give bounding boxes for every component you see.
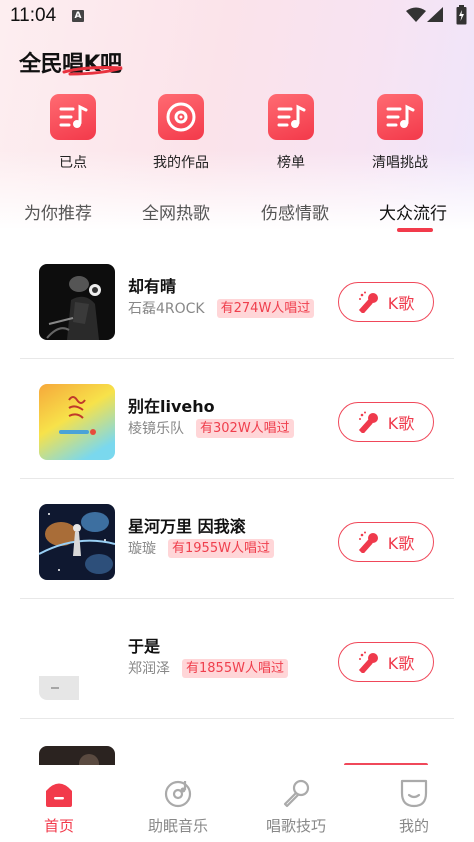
album-cover xyxy=(39,264,115,340)
song-list-item[interactable] xyxy=(20,719,454,765)
quick-menu-label: 清唱挑战 xyxy=(372,155,428,171)
album-cover xyxy=(39,746,115,765)
nav-label: 助眠音乐 xyxy=(147,817,208,835)
album-cover xyxy=(39,504,115,580)
song-artist: 棱镜乐队 xyxy=(128,421,184,437)
profile-icon xyxy=(364,777,464,809)
song-title: 星河万里 因我滚 xyxy=(128,517,246,536)
active-tab-indicator xyxy=(397,228,433,232)
quick-menu-label: 已点 xyxy=(59,155,87,171)
song-list-item[interactable]: 别在liveho 棱镜乐队 有302W人唱过 K歌 xyxy=(20,359,454,479)
wifi-icon xyxy=(406,7,426,22)
music-disc-icon xyxy=(128,777,228,809)
quick-menu-label: 榜单 xyxy=(277,155,305,171)
microphone-icon xyxy=(358,291,380,313)
music-list-icon xyxy=(268,94,314,140)
notification-icon: A xyxy=(72,10,84,22)
microphone-icon xyxy=(246,777,346,809)
music-list-icon xyxy=(377,94,423,140)
song-title: 别在liveho xyxy=(128,397,215,416)
song-list-item[interactable]: 星河万里 因我滚 璇璇 有1955W人唱过 K歌 xyxy=(20,479,454,599)
status-bar: 11:04 A xyxy=(0,0,474,34)
tab-hot-songs[interactable]: 全网热歌 xyxy=(142,199,210,224)
karaoke-button[interactable]: K歌 xyxy=(338,642,434,682)
song-list-item[interactable]: 于是 郑润泽 有1855W人唱过 K歌 xyxy=(20,599,454,719)
karaoke-button[interactable]: K歌 xyxy=(338,402,434,442)
song-artist: 璇璇 xyxy=(128,541,156,557)
song-title: 于是 xyxy=(128,637,161,656)
bottom-navigation: 首页 助眠音乐 唱歌技巧 我的 xyxy=(0,765,474,842)
nav-label: 首页 xyxy=(43,817,74,835)
karaoke-button-label: K歌 xyxy=(387,414,415,433)
album-cover xyxy=(39,384,115,460)
karaoke-button-label: K歌 xyxy=(387,534,415,553)
nav-singing-tips[interactable]: 唱歌技巧 xyxy=(246,777,346,836)
karaoke-button-label: K歌 xyxy=(387,294,415,313)
sung-count-badge: 有1855W人唱过 xyxy=(182,658,288,678)
microphone-icon xyxy=(358,411,380,433)
disc-icon xyxy=(158,94,204,140)
karaoke-button[interactable]: K歌 xyxy=(338,282,434,322)
nav-label: 我的 xyxy=(398,817,429,835)
quick-menu-ordered[interactable]: 已点 xyxy=(28,94,118,172)
nav-profile[interactable]: 我的 xyxy=(364,777,464,836)
song-list-item[interactable]: 却有晴 石磊4ROCK 有274W人唱过 K歌 xyxy=(20,239,454,359)
tab-popular[interactable]: 大众流行 xyxy=(379,199,447,224)
tab-recommended[interactable]: 为你推荐 xyxy=(24,199,92,224)
album-cover xyxy=(39,624,115,700)
status-time: 11:04 xyxy=(10,5,57,26)
microphone-icon xyxy=(358,531,380,553)
karaoke-button-label: K歌 xyxy=(387,654,415,673)
tab-sad-love-songs[interactable]: 伤感情歌 xyxy=(261,199,329,224)
home-icon xyxy=(9,777,109,809)
sung-count-badge: 有302W人唱过 xyxy=(196,418,294,438)
signal-icon xyxy=(427,7,443,22)
quick-menu-acapella-challenge[interactable]: 清唱挑战 xyxy=(355,94,445,172)
song-title: 却有晴 xyxy=(128,277,177,296)
karaoke-button[interactable]: K歌 xyxy=(338,522,434,562)
song-artist: 郑润泽 xyxy=(128,661,170,677)
sung-count-badge: 有1955W人唱过 xyxy=(168,538,274,558)
quick-menu-charts[interactable]: 榜单 xyxy=(246,94,336,172)
sung-count-badge: 有274W人唱过 xyxy=(216,298,315,318)
nav-sleep-music[interactable]: 助眠音乐 xyxy=(128,777,228,836)
nav-home[interactable]: 首页 xyxy=(9,777,109,836)
nav-label: 唱歌技巧 xyxy=(265,817,326,835)
logo-swoosh xyxy=(62,66,123,76)
quick-menu-label: 我的作品 xyxy=(153,155,209,171)
music-list-icon xyxy=(50,94,96,140)
song-artist: 石磊4ROCK xyxy=(128,301,205,317)
quick-menu-my-works[interactable]: 我的作品 xyxy=(136,94,226,172)
battery-icon xyxy=(456,5,467,25)
microphone-icon xyxy=(358,651,380,673)
